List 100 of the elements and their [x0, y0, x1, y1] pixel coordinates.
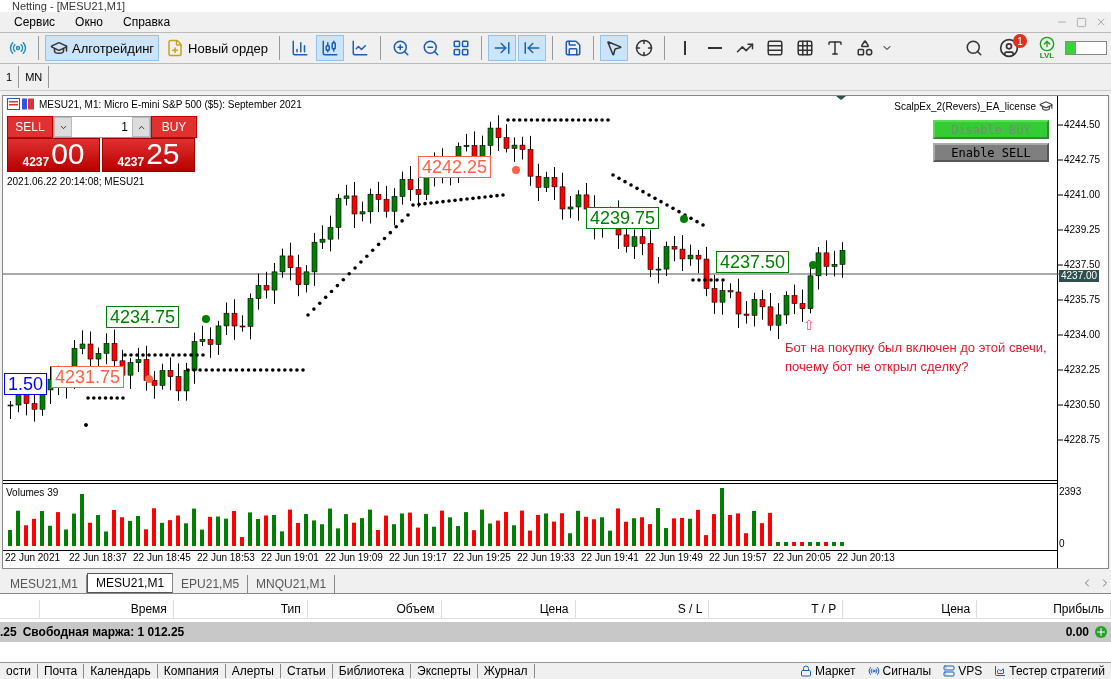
sell-button[interactable]: SELL [7, 116, 53, 138]
price-label: 4239.75 [586, 207, 660, 229]
signal-point [202, 315, 210, 323]
signal-icon [9, 39, 27, 57]
signal-point [680, 215, 688, 223]
price-label: 4231.75 [51, 366, 125, 388]
column-header[interactable]: Прибыль [977, 600, 1111, 618]
new-order-button[interactable]: Новый ордер [161, 35, 274, 61]
time-axis-label: 22 Jun 19:25 [453, 551, 512, 565]
algo-trading-button[interactable]: Алготрейдинг [45, 35, 160, 61]
column-header[interactable]: Тип [173, 600, 308, 618]
signal-point [809, 261, 817, 269]
time-axis-label: 22 Jun 2021 [5, 551, 62, 565]
volume-axis-label: 2393 [1059, 486, 1082, 498]
time-axis-label: 22 Jun 18:45 [133, 551, 192, 565]
vertical-line-icon [684, 41, 687, 55]
chart-icon [994, 665, 1007, 677]
crosshair-icon [635, 39, 654, 57]
profit-value: 0.00 [1065, 625, 1089, 639]
timeframe-button[interactable]: MN [19, 66, 50, 88]
time-axis-label: 22 Jun 19:57 [709, 551, 768, 565]
column-header[interactable]: Цена [843, 600, 978, 618]
price-axis-label: 4235.75 [1064, 294, 1101, 306]
document-plus-icon [166, 39, 185, 57]
volume-spinner[interactable]: 1 [53, 116, 151, 138]
price-axis-label: 4228.75 [1064, 434, 1101, 446]
bottom-tab[interactable]: Библиотека [332, 664, 412, 678]
user-icon[interactable] [999, 38, 1019, 58]
level-label: LVL [1039, 52, 1055, 60]
toolbar-button[interactable] [316, 35, 345, 61]
price-label: 4242.25 [418, 156, 492, 178]
up-arrow-mark: ⇧ [803, 318, 815, 332]
timeframe-button[interactable]: 1 [0, 66, 20, 88]
save-icon [564, 39, 583, 57]
toolbar-button[interactable] [488, 35, 517, 61]
column-header[interactable]: Время [40, 600, 174, 618]
column-header[interactable]: Объем [307, 600, 442, 618]
horizontal-line-icon [708, 47, 723, 49]
shift-marker-icon[interactable] [836, 96, 846, 100]
bottom-link[interactable]: Тестер стратегий [988, 664, 1111, 678]
shapes-icon [856, 39, 875, 57]
chart-symbol-title: MESU21, M1: Micro E-mini S&P 500 ($5): September 2021 [39, 98, 302, 110]
chart-window-icon [7, 98, 35, 110]
bottom-tab[interactable]: Компания [157, 664, 226, 678]
candlestick-icon [321, 39, 340, 57]
price-axis-label: 4232.25 [1064, 364, 1101, 376]
bottom-tab[interactable]: Алерты [225, 664, 281, 678]
time-axis-label: 22 Jun 19:17 [389, 551, 448, 565]
notification-badge: 1 [1013, 34, 1027, 48]
column-header[interactable]: Цена [441, 600, 576, 618]
chart-tab[interactable]: MNQU21,M1 [248, 575, 336, 593]
bar-chart-icon [291, 39, 310, 57]
bid-price-button[interactable]: 4237 00 [7, 138, 100, 172]
signal-icon [867, 665, 880, 677]
time-axis-label: 22 Jun 18:37 [69, 551, 128, 565]
bottom-link[interactable]: Сигналы [861, 664, 938, 678]
line-chart-icon [351, 39, 370, 57]
bottom-tab[interactable]: Календарь [84, 664, 158, 678]
toolbar-button[interactable] [600, 35, 629, 61]
zoom-out-icon [422, 39, 441, 57]
price-axis-label: 4244.50 [1064, 119, 1101, 131]
volume-field[interactable]: 1 [72, 117, 132, 137]
price-axis-label: 4241.00 [1064, 189, 1101, 201]
column-header[interactable]: S / L [575, 600, 710, 618]
bottom-tab[interactable]: Эксперты [411, 664, 478, 678]
search-icon[interactable] [965, 39, 983, 57]
time-axis-label: 22 Jun 19:41 [581, 551, 640, 565]
bottom-link[interactable]: Маркет [793, 664, 862, 678]
bottom-tab[interactable]: Журнал [477, 664, 535, 678]
bottom-tab[interactable]: ости [0, 664, 38, 678]
menu-item[interactable]: Окно [65, 15, 113, 29]
time-axis-label: 22 Jun 20:13 [837, 551, 896, 565]
ea-toggle-button[interactable]: Enable SELL [933, 143, 1049, 162]
buy-button[interactable]: BUY [151, 116, 197, 138]
graduation-cap-icon [50, 39, 68, 57]
ask-price-button[interactable]: 4237 25 [102, 138, 195, 172]
price-axis-label: 4242.75 [1064, 154, 1101, 166]
menu-item[interactable]: Сервис [4, 15, 66, 29]
price-label: 4234.75 [106, 306, 180, 328]
price-axis-label: 4234.00 [1064, 329, 1101, 341]
text-icon [826, 39, 845, 57]
column-header[interactable]: T / P [709, 600, 844, 618]
time-axis-label: 22 Jun 19:09 [325, 551, 384, 565]
window-title: Netting - [MESU21,M1] [12, 0, 126, 12]
bottom-tab[interactable]: Почта [37, 664, 85, 678]
menu-item[interactable]: Справка [113, 15, 181, 29]
volumes-title: Volumes 39 [6, 487, 59, 498]
add-icon[interactable] [1095, 626, 1107, 638]
comment-text: Бот на покупку был включен до этой свечи, [785, 340, 1047, 355]
toolbar-button[interactable] [518, 35, 547, 61]
bottom-link[interactable]: VPS [937, 664, 989, 678]
chart-tab[interactable]: MESU21,M1 [87, 573, 174, 593]
cursor-icon [605, 39, 624, 57]
arrow-right-icon [493, 39, 512, 57]
bottom-tab[interactable]: Статьи [280, 664, 333, 678]
chart-tab[interactable]: EPU21,M5 [173, 575, 249, 593]
volume-axis-label: 0 [1059, 538, 1065, 550]
zoom-in-icon [392, 39, 411, 57]
arrow-left-icon [523, 39, 542, 57]
signal-point [512, 166, 520, 174]
